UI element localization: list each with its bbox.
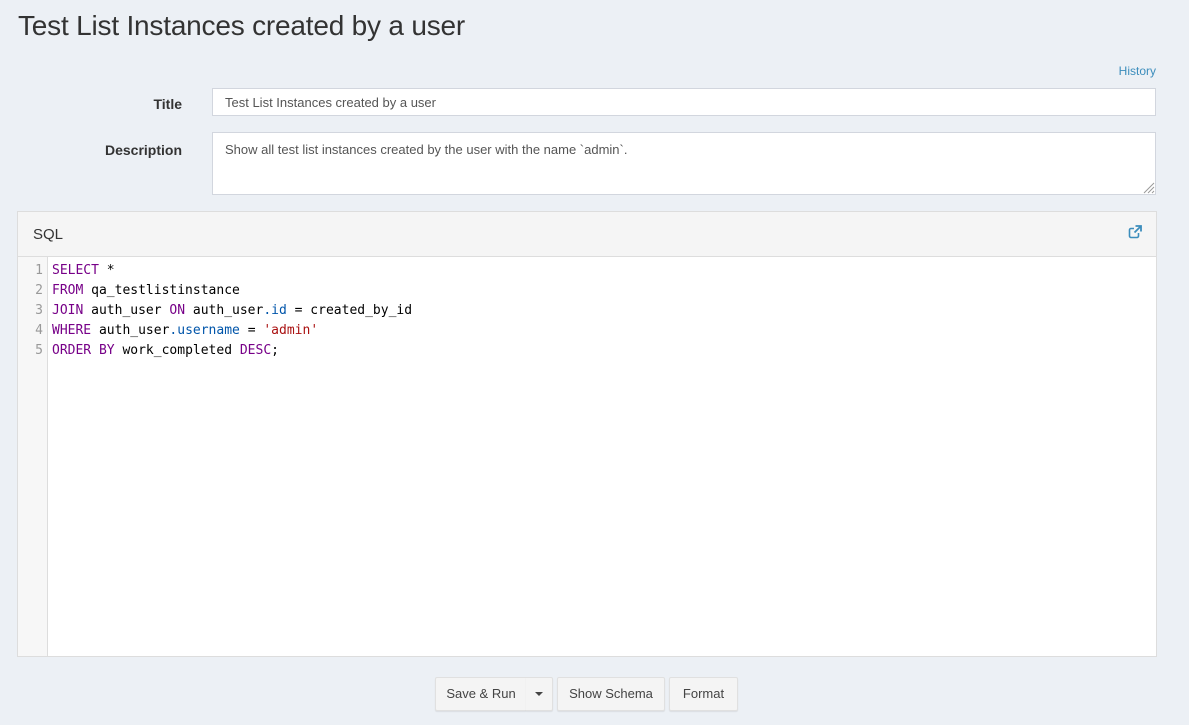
code-token: JOIN xyxy=(52,303,84,318)
sql-panel: SQL 12345 SELECT * FROM qa_testlistinstan… xyxy=(17,211,1157,657)
line-number: 4 xyxy=(35,323,43,338)
sql-panel-title: SQL xyxy=(33,226,64,243)
code-line: JOIN auth_user ON auth_user.id = created… xyxy=(52,301,1156,321)
resize-grip-icon[interactable] xyxy=(1142,181,1155,194)
code-token: .id xyxy=(263,303,287,318)
code-token: = created_by_id xyxy=(286,303,413,318)
code-token: ; xyxy=(271,343,279,358)
code-token: FROM xyxy=(52,283,84,298)
save-run-dropdown-toggle[interactable] xyxy=(526,677,553,711)
format-button[interactable]: Format xyxy=(669,677,738,711)
line-number: 3 xyxy=(35,303,43,318)
save-run-button[interactable]: Save & Run xyxy=(435,677,526,711)
sql-panel-header: SQL xyxy=(18,212,1156,257)
code-token: SELECT xyxy=(52,263,99,278)
line-number-gutter: 1 2 3 4 5 xyxy=(18,257,48,656)
caret-down-icon xyxy=(535,691,543,696)
code-token: qa_testlistinstance xyxy=(83,283,240,298)
code-token: DESC xyxy=(239,343,272,358)
code-token: ORDER BY xyxy=(52,343,115,358)
code-line: ORDER BY work_completed DESC; xyxy=(52,341,1156,361)
history-link[interactable]: History xyxy=(1119,64,1156,78)
code-token: 'admin' xyxy=(263,323,319,338)
code-line: SELECT * xyxy=(52,261,1156,281)
line-number: 5 xyxy=(35,343,43,358)
code-token: WHERE xyxy=(52,323,92,338)
title-input[interactable] xyxy=(212,88,1156,116)
action-bar: Save & Run Show Schema Format xyxy=(0,677,1189,711)
code-token: .username xyxy=(169,323,240,338)
line-number: 2 xyxy=(35,283,43,298)
page-title: Test List Instances created by a user xyxy=(18,10,466,41)
code-token: auth_user xyxy=(83,303,170,318)
code-token: auth_user xyxy=(185,303,264,318)
code-token: = xyxy=(239,323,264,338)
sql-editor[interactable]: 12345 SELECT * FROM qa_testlistinstance JO… xyxy=(18,257,1156,656)
show-schema-button[interactable]: Show Schema xyxy=(557,677,665,711)
description-label: Description xyxy=(104,142,182,158)
description-textarea[interactable]: Show all test list instances created by … xyxy=(212,132,1156,195)
sql-code[interactable]: SELECT * FROM qa_testlistinstance JOIN aut… xyxy=(52,261,1156,361)
code-token: work_completed xyxy=(114,343,240,358)
title-label: Title xyxy=(153,96,182,112)
line-number: 1 xyxy=(35,263,43,278)
external-link-icon[interactable] xyxy=(1128,225,1142,239)
code-line: FROM qa_testlistinstance xyxy=(52,281,1156,301)
code-line: WHERE auth_user.username = 'admin' xyxy=(52,321,1156,341)
code-token: auth_user xyxy=(91,323,170,338)
code-token: ON xyxy=(169,303,186,318)
code-token: * xyxy=(98,263,115,278)
